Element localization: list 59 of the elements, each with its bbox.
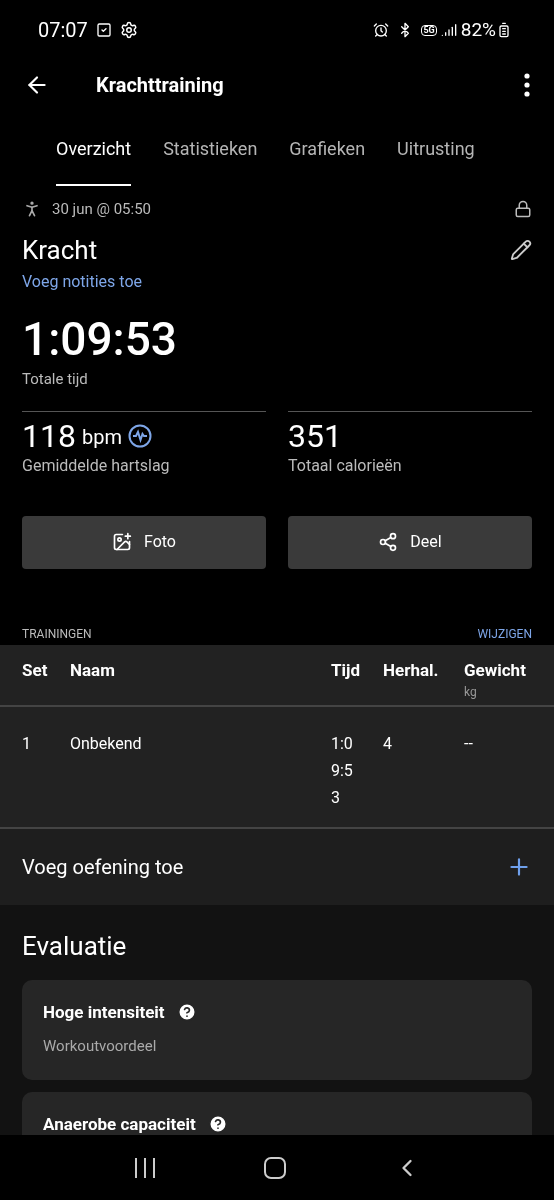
more-options-icon [524,73,530,97]
add-notes-link[interactable]: Voeg notities toe [22,270,142,294]
recent-apps-button[interactable] [133,1156,158,1179]
signal-icon [440,22,457,38]
tab[interactable]: Overzicht [56,128,132,186]
settings-icon [119,21,138,39]
column-header: Tijd [331,658,362,682]
tab[interactable]: Uitrusting [397,128,475,186]
network-5g-icon: 5G [421,24,437,36]
add-exercise-label: Voeg oefening toe [22,853,184,881]
alarm-icon [373,22,390,38]
column-header: Gewicht [464,658,527,682]
add-photo-icon [112,532,132,552]
activity-date: 30 jun @ 05:50 [52,198,151,220]
edit-link[interactable]: WIJZIGEN [477,624,532,643]
table-cell-text: Onbekend [70,732,143,755]
heart-rate-icon [127,423,152,448]
photo-button[interactable]: Foto [22,515,266,569]
table-cell-text: 4 [383,732,393,755]
metric-label: Gemiddelde hartslag [22,454,171,477]
add-exercise-row[interactable]: Voeg oefening toe [0,828,554,905]
section-title: Evaluatie [22,929,128,963]
metric-label: Totaal calorieën [288,454,403,477]
metric-value: 351 [288,419,342,452]
activity-name: Kracht [22,233,98,267]
table-cell-text: 1 [22,732,32,755]
section-heading: TRAININGEN [22,625,92,643]
lock-icon [514,200,532,218]
battery-icon [496,22,512,38]
tab[interactable]: Grafieken [289,128,366,186]
total-time-label: Totale tijd [22,369,89,390]
help-icon[interactable] [176,1002,197,1023]
help-icon[interactable] [207,1114,228,1135]
home-button[interactable] [264,1156,286,1179]
column-unit: kg [464,684,478,701]
column-header: Set [22,658,49,682]
recent-apps-icon [133,1156,158,1179]
total-time-value: 1:09:53 [22,316,178,362]
edit-button[interactable] [510,239,532,261]
column-header: Naam [70,658,116,682]
column-header: Herhal. [383,658,440,682]
more-options-button[interactable] [524,73,530,97]
page-title: Krachttraining [96,72,224,99]
metric-unit: bpm [81,423,122,451]
status-time: 07:07 [38,17,88,44]
checkbox-notification-icon [95,22,112,38]
pencil-icon [510,239,532,261]
metric-value: 118 [22,419,76,452]
card-title: Hoge intensiteit [43,1000,165,1024]
battery-percent: 82% [460,16,496,43]
table-cell-text: 1:09:53 [331,732,354,809]
evaluation-card[interactable]: Hoge intensiteit Workoutvoordeel [22,979,532,1080]
card-title: Anaerobe capaciteit [43,1112,196,1135]
share-icon [378,532,399,552]
table-cell-text: -- [464,732,474,755]
tab[interactable]: Statistieken [163,128,258,186]
card-subtitle: Workoutvoordeel [43,1036,158,1057]
evaluation-card[interactable]: Anaerobe capaciteit [22,1091,532,1135]
share-button[interactable]: Deel [288,515,532,569]
